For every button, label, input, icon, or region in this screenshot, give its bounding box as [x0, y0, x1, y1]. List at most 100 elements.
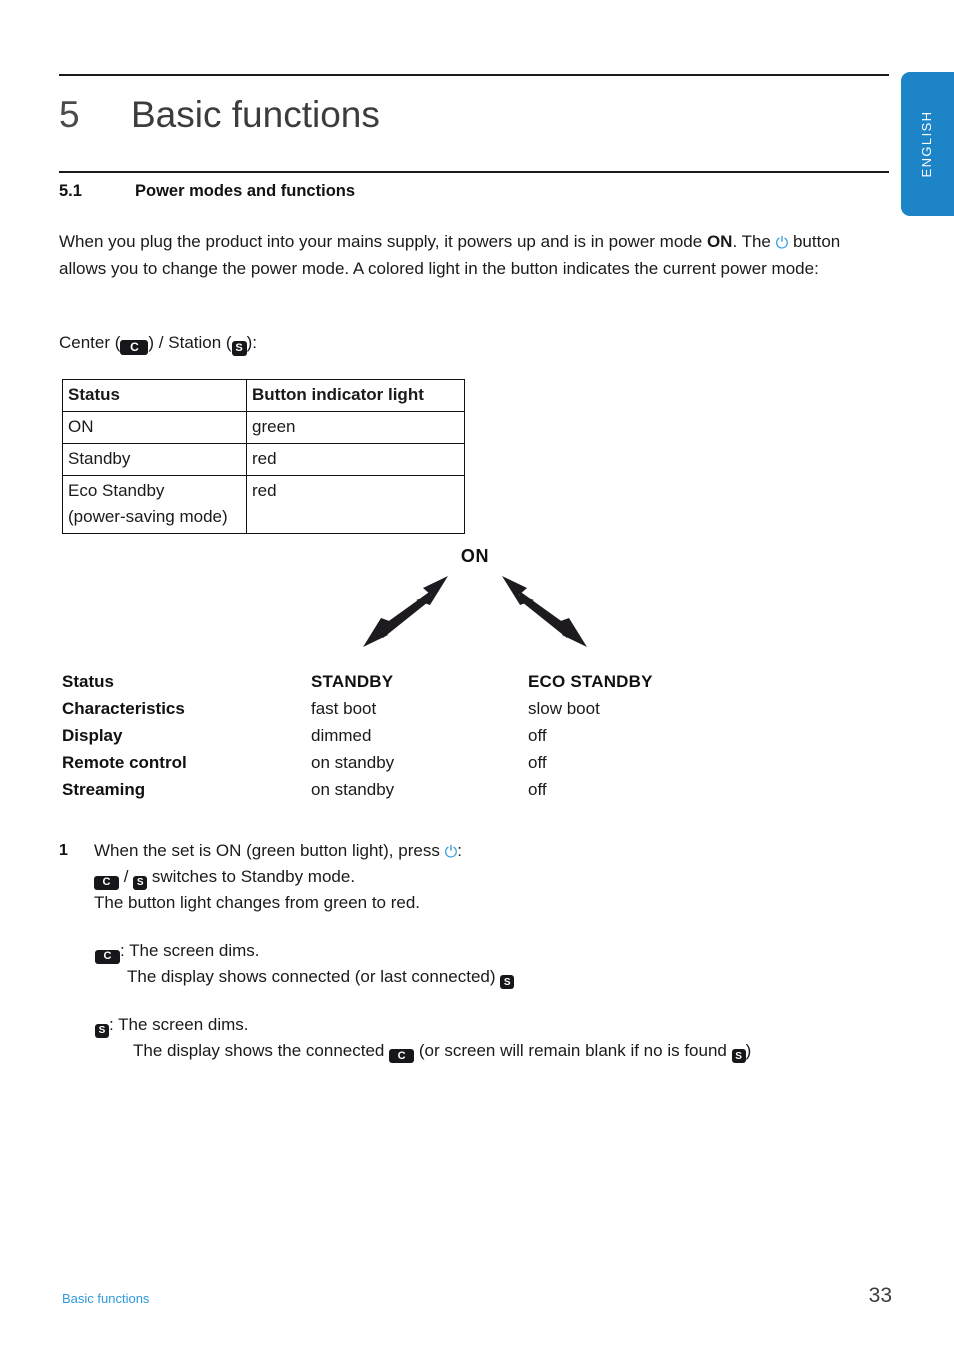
center-behavior-block: C: The screen dims. The display shows co…: [95, 938, 895, 989]
station-icon-letter: S: [231, 340, 247, 356]
step-number: 1: [59, 842, 68, 859]
characteristics-row: Status STANDBY ECO STANDBY: [62, 668, 762, 695]
power-icon: ⏻: [444, 844, 458, 861]
step-line-1-colon: :: [457, 841, 462, 860]
intro-text-part2: . The: [732, 232, 776, 251]
divider-top: [59, 74, 889, 76]
cell-light: red: [246, 475, 465, 534]
step-line-2-text: switches to Standby mode.: [147, 867, 356, 886]
center-behavior-line-1: C: The screen dims.: [95, 938, 895, 964]
step-line-3: The button light changes from green to r…: [94, 892, 421, 912]
center-icon-letter: C: [94, 875, 119, 890]
language-tab-label: ENGLISH: [918, 110, 934, 178]
intro-text-part1: When you plug the product into your main…: [59, 232, 707, 251]
status-table: Status Button indicator light ON green S…: [62, 379, 465, 534]
table-header-row: Status Button indicator light: [62, 379, 465, 412]
footer-section-label: Basic functions: [62, 1291, 150, 1306]
devices-end: ):: [246, 333, 257, 352]
power-icon: ⏻: [775, 235, 789, 252]
cell-status: Standby: [62, 443, 247, 476]
center-icon-letter: C: [95, 949, 120, 964]
characteristics-label: Characteristics: [62, 699, 185, 718]
step-line-2: C / S switches to Standby mode.: [94, 864, 899, 890]
footer-page-number: 33: [868, 1284, 892, 1307]
cell-light: red: [246, 443, 465, 476]
characteristics-label: Display: [62, 726, 123, 745]
station-icon-letter: S: [133, 875, 148, 890]
center-behavior-line-2: The display shows connected (or last con…: [127, 964, 895, 989]
center-behavior-text-2: The display shows connected (or last con…: [127, 966, 501, 986]
diagram-arrows: [363, 576, 587, 647]
characteristics-label: Status: [62, 672, 114, 691]
table-row: Standby red: [62, 443, 465, 476]
station-behavior-line-1: S: The screen dims.: [95, 1012, 895, 1038]
characteristics-row: Characteristics fast boot slow boot: [62, 695, 762, 722]
center-icon: C: [120, 339, 149, 355]
characteristics-standby: on standby: [311, 780, 395, 799]
intro-paragraph: When you plug the product into your main…: [59, 229, 891, 282]
cell-light: green: [246, 411, 465, 444]
station-icon: S: [231, 340, 247, 356]
characteristics-standby: dimmed: [311, 726, 372, 745]
station-icon: S: [133, 875, 148, 890]
cell-status: Eco Standby (power-saving mode): [62, 475, 247, 534]
divider-mid: [59, 171, 889, 173]
section-title: Power modes and functions: [135, 182, 356, 200]
table-header-light: Button indicator light: [246, 379, 465, 412]
language-tab-english: ENGLISH: [901, 72, 954, 216]
table-header-status: Status: [62, 379, 247, 412]
station-behavior-text-2c: ): [745, 1040, 752, 1060]
chapter-title: Basic functions: [131, 94, 380, 135]
characteristics-standby: STANDBY: [311, 672, 394, 691]
center-icon-letter: C: [389, 1049, 415, 1063]
station-icon: S: [731, 1049, 746, 1063]
station-icon: S: [500, 975, 515, 989]
devices-separator: ) / Station (: [148, 333, 232, 352]
step-line-2-sep: /: [119, 867, 134, 886]
characteristics-standby: on standby: [311, 753, 395, 772]
station-icon-letter: S: [500, 975, 515, 989]
characteristics-row: Display dimmed off: [62, 722, 762, 749]
devices-line: Center (C) / Station (S):: [59, 331, 257, 356]
intro-on-bold: ON: [706, 232, 733, 251]
characteristics-label: Streaming: [62, 780, 146, 799]
double-arrow-right: [502, 576, 587, 647]
chapter-number: 5: [59, 94, 80, 135]
chapter-heading: 5 Basic functions: [59, 93, 889, 145]
station-behavior-block: S: The screen dims. The display shows th…: [95, 1012, 895, 1063]
station-icon: S: [95, 1023, 109, 1038]
station-behavior-line-2: The display shows the connected C (or sc…: [133, 1038, 895, 1063]
power-mode-diagram: ON: [330, 540, 620, 660]
double-arrow-left: [363, 576, 448, 647]
station-icon-letter: S: [731, 1049, 746, 1063]
characteristics-row: Remote control on standby off: [62, 749, 762, 776]
characteristics-eco: off: [528, 726, 547, 745]
step-line-1: When the set is ON (green button light),…: [94, 838, 899, 864]
characteristics-eco: off: [528, 780, 547, 799]
center-behavior-text-1: : The screen dims.: [120, 941, 260, 960]
characteristics-standby: fast boot: [311, 699, 377, 718]
station-behavior-text-2a: The display shows the connected: [133, 1040, 390, 1060]
devices-center-label: Center (: [59, 333, 121, 352]
center-icon: C: [94, 875, 119, 890]
document-page: ENGLISH 5 Basic functions 5.1 Power mode…: [0, 0, 954, 1350]
section-heading: 5.1 Power modes and functions: [59, 182, 889, 201]
table-row: Eco Standby (power-saving mode) red: [62, 475, 465, 534]
characteristics-eco: ECO STANDBY: [528, 672, 653, 691]
step-body: When the set is ON (green button light),…: [94, 838, 899, 915]
characteristics-label: Remote control: [62, 753, 187, 772]
station-icon-letter: S: [95, 1023, 109, 1038]
center-icon-letter: C: [120, 339, 149, 355]
characteristics-grid: Status STANDBY ECO STANDBY Characteristi…: [62, 668, 762, 803]
table-row: ON green: [62, 411, 465, 444]
step-line-1-text: When the set is ON (green button light),…: [94, 841, 445, 860]
center-icon: C: [95, 949, 120, 964]
station-behavior-text-2b: (or screen will remain blank if no is fo…: [414, 1040, 732, 1060]
step-1: 1 When the set is ON (green button light…: [59, 838, 899, 915]
characteristics-eco: off: [528, 753, 547, 772]
characteristics-row: Streaming on standby off: [62, 776, 762, 803]
section-number: 5.1: [59, 182, 82, 200]
center-icon: C: [389, 1049, 415, 1063]
characteristics-eco: slow boot: [528, 699, 600, 718]
cell-status: ON: [62, 411, 247, 444]
